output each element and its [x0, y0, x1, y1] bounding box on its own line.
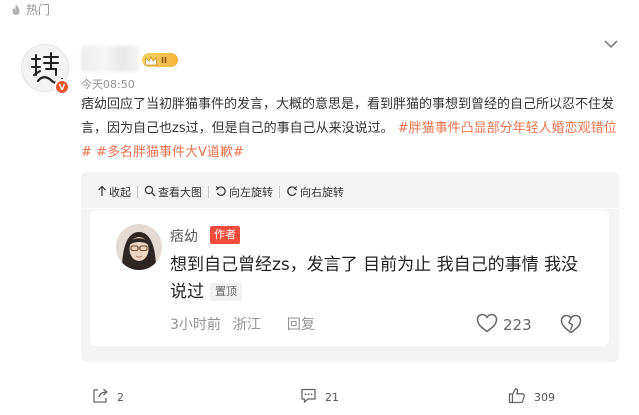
rotate-right-label: 向右旋转 [300, 186, 344, 199]
comment-meta: 3小时前 浙江 回复 [170, 314, 315, 334]
toolbar-divider [279, 186, 280, 198]
comment-count: 21 [325, 390, 339, 404]
comment-like: 223 [476, 313, 532, 337]
pinned-badge: 置顶 [210, 283, 242, 301]
view-large-label: 查看大图 [158, 186, 202, 199]
comment-text-block: 想到自己曾经zs，发言了 目前为止 我自己的事情 我没说过 置顶 [170, 252, 590, 306]
post-more-menu-chevron-icon[interactable] [603, 36, 619, 50]
thumbs-up-icon [508, 387, 526, 407]
rotate-right-icon [286, 185, 298, 200]
vip-crown-badge[interactable]: II [142, 53, 178, 67]
comment-button[interactable]: 21 [300, 387, 339, 407]
author-badge: 作者 [210, 226, 240, 244]
comment-like-count: 223 [503, 316, 532, 334]
view-large-button[interactable]: 查看大图 [144, 184, 202, 200]
comment-reply: 回复 [286, 317, 315, 333]
hot-section-label: 热门 [10, 1, 50, 17]
arrow-up-icon [97, 185, 107, 200]
rotate-left-label: 向左旋转 [229, 186, 273, 199]
verified-v-badge: V [54, 79, 70, 95]
image-toolbar: 收起 查看大图 向左旋转 向右旋转 [97, 182, 344, 202]
hot-label-text: 热门 [26, 2, 51, 17]
post-action-bar: 2 21 309 [0, 383, 639, 409]
expanded-media-card: 收起 查看大图 向左旋转 向右旋转 痞幼 作者 想到自己曾经zs，发言了 目前为… [81, 172, 619, 362]
share-icon [92, 387, 109, 407]
toolbar-divider [208, 186, 209, 198]
rotate-right-button[interactable]: 向右旋转 [286, 184, 344, 200]
comment-time: 3小时前 [170, 317, 221, 333]
fire-icon [10, 3, 22, 16]
repost-button[interactable]: 2 [92, 387, 124, 407]
repost-count: 2 [117, 390, 124, 404]
hashtag-link[interactable]: #多名胖猫事件大V道歉# [96, 145, 244, 160]
toolbar-divider [137, 186, 138, 198]
collapse-label: 收起 [109, 186, 131, 199]
card-divider [81, 208, 619, 209]
collapse-button[interactable]: 收起 [97, 184, 131, 200]
rotate-left-icon [215, 185, 227, 200]
comment-location: 浙江 [232, 317, 261, 333]
post-body: 痞幼回应了当初胖猫事件的发言，大概的意思是，看到胖猫的事想到曾经的自己所以忍不住… [81, 93, 621, 165]
commenter-avatar [116, 224, 162, 270]
like-count: 309 [534, 390, 555, 404]
blurred-username[interactable] [81, 46, 139, 72]
vip-level: II [161, 55, 167, 65]
like-button[interactable]: 309 [508, 387, 555, 407]
rotate-left-button[interactable]: 向左旋转 [215, 184, 273, 200]
commenter-name: 痞幼 [170, 229, 198, 245]
heart-icon [476, 313, 498, 337]
broken-heart-icon [560, 314, 582, 338]
crown-icon [144, 51, 158, 70]
magnifier-icon [144, 185, 156, 200]
post-timestamp[interactable]: 今天08:50 [81, 76, 135, 92]
comment-screenshot[interactable]: 痞幼 作者 想到自己曾经zs，发言了 目前为止 我自己的事情 我没说过 置顶 3小… [90, 210, 609, 346]
comment-bubble-icon [300, 387, 317, 407]
